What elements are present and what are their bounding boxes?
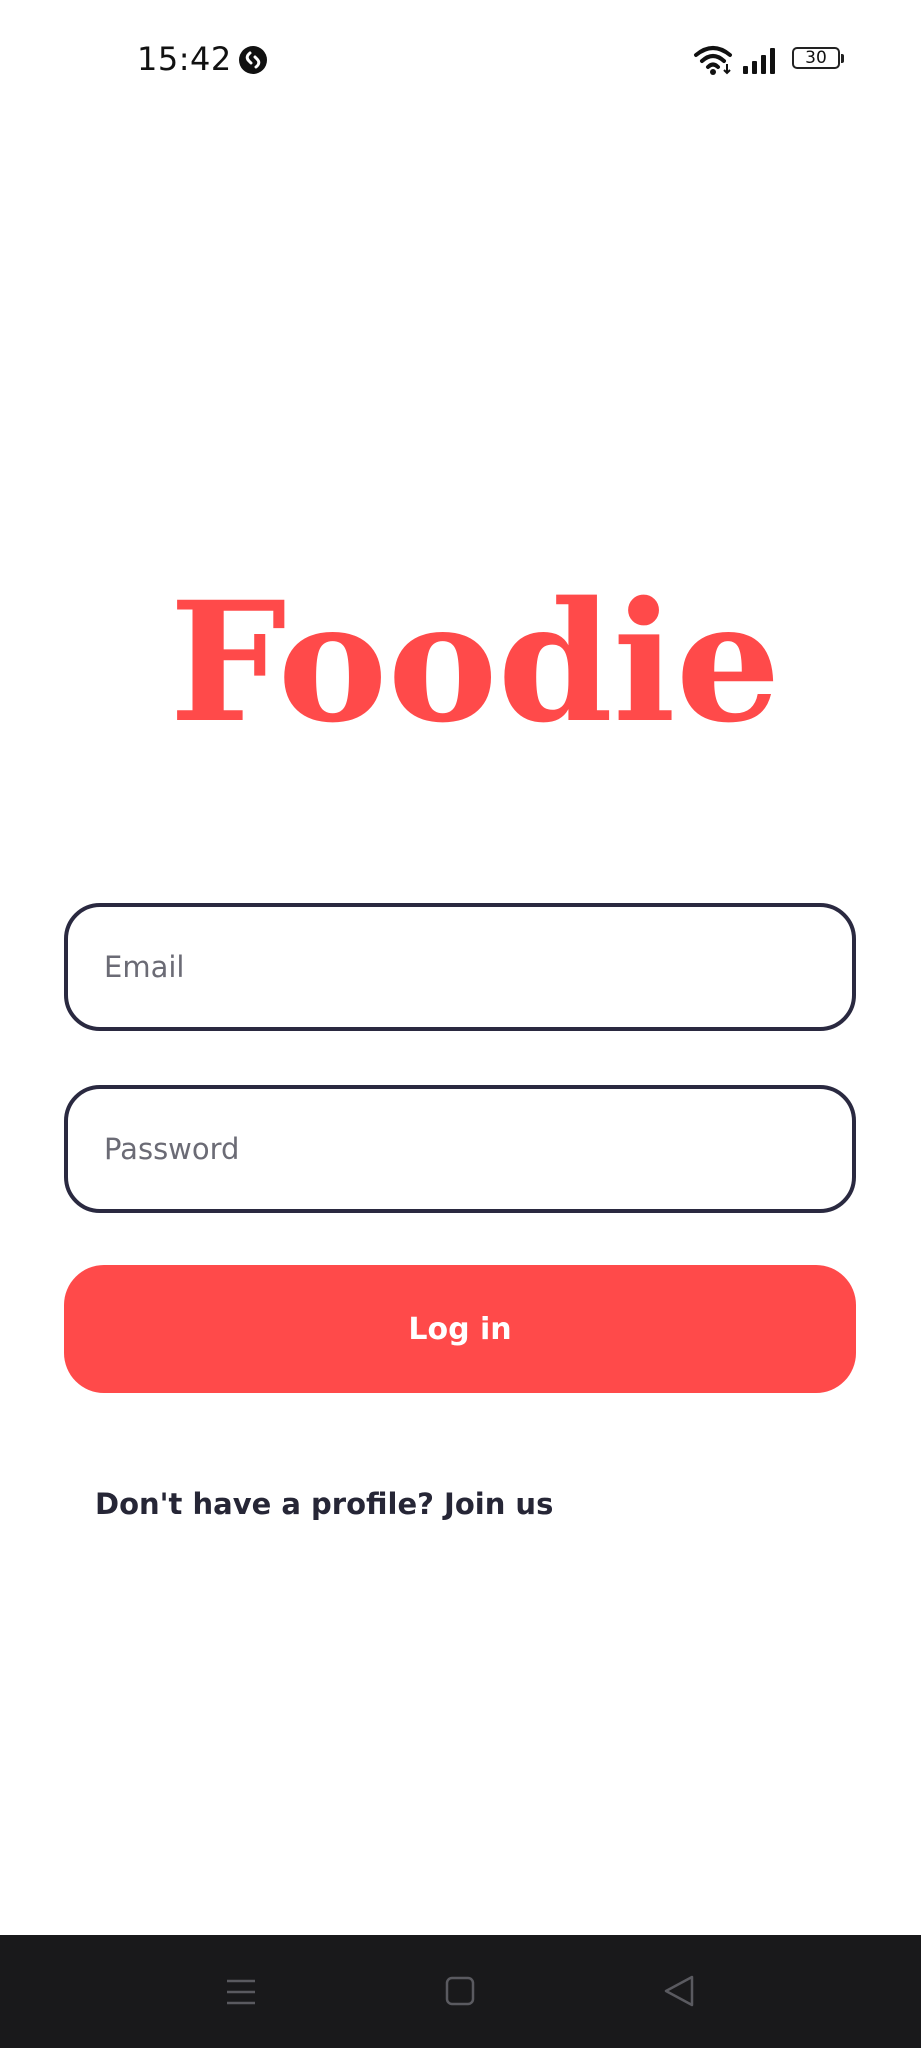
join-link[interactable]: Don't have a profile? Join us [95,1487,553,1521]
foodie-logo: Foodie [175,580,775,740]
signal-icon [743,48,775,74]
battery-icon: 30 [792,47,844,71]
status-time: 15:42 [137,40,232,78]
menu-icon[interactable] [224,1975,258,2009]
back-icon[interactable] [662,1973,696,2009]
navigation-bar [0,1935,921,2048]
logo-text: Foodie [175,580,775,740]
wifi-icon [694,46,732,75]
password-field[interactable] [64,1085,856,1213]
login-button[interactable]: Log in [64,1265,856,1393]
battery-level: 30 [805,48,827,68]
home-icon[interactable] [444,1975,476,2007]
status-bar: 15:42 30 [0,0,921,120]
email-field[interactable] [64,903,856,1031]
shazam-icon [239,46,267,74]
